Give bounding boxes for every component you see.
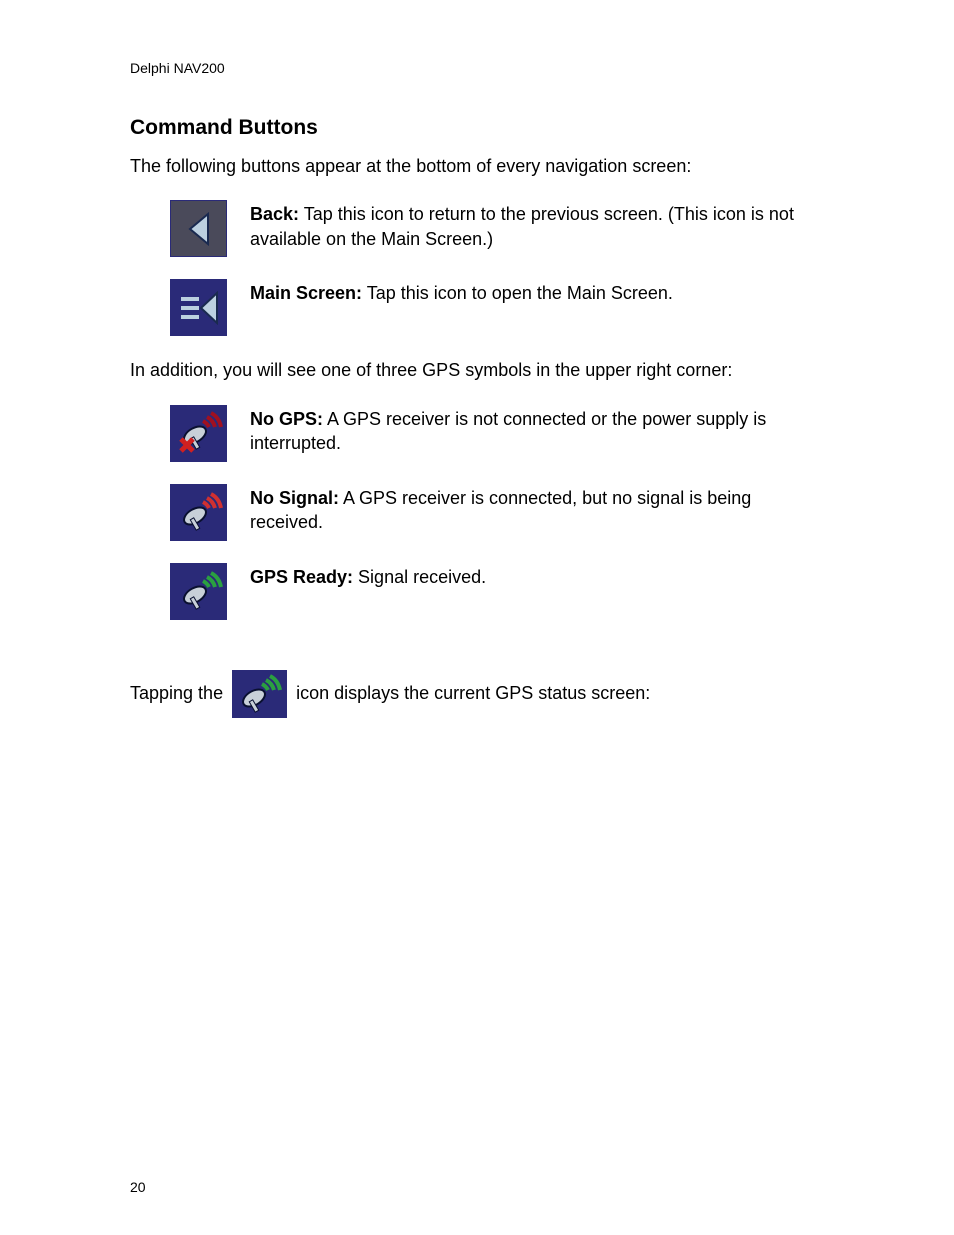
back-text: Tap this icon to return to the previous … xyxy=(250,204,794,248)
main-label: Main Screen: xyxy=(250,283,362,303)
gps-ready-desc: GPS Ready: Signal received. xyxy=(250,563,824,589)
main-screen-icon xyxy=(170,279,227,336)
no-gps-icon xyxy=(170,405,227,462)
gps-ready-inline-icon xyxy=(232,670,287,718)
back-icon xyxy=(170,200,227,257)
row-no-gps: No GPS: A GPS receiver is not connected … xyxy=(130,405,824,462)
row-gps-ready: GPS Ready: Signal received. xyxy=(130,563,824,620)
main-desc: Main Screen: Tap this icon to open the M… xyxy=(250,279,824,305)
row-main: Main Screen: Tap this icon to open the M… xyxy=(130,279,824,336)
no-signal-icon xyxy=(170,484,227,541)
main-text: Tap this icon to open the Main Screen. xyxy=(362,283,673,303)
row-back: Back: Tap this icon to return to the pre… xyxy=(130,200,824,257)
back-label: Back: xyxy=(250,204,299,224)
section-intro: The following buttons appear at the bott… xyxy=(130,154,824,178)
tapping-paragraph: Tapping the icon displays the current GP… xyxy=(130,670,824,718)
gps-ready-text: Signal received. xyxy=(353,567,486,587)
section-title: Command Buttons xyxy=(130,116,824,140)
back-desc: Back: Tap this icon to return to the pre… xyxy=(250,200,824,251)
page-number: 20 xyxy=(130,1179,146,1195)
no-gps-desc: No GPS: A GPS receiver is not connected … xyxy=(250,405,824,456)
no-signal-label: No Signal: xyxy=(250,488,339,508)
gps-intro: In addition, you will see one of three G… xyxy=(130,358,824,382)
page-header-product: Delphi NAV200 xyxy=(130,60,824,76)
row-no-signal: No Signal: A GPS receiver is connected, … xyxy=(130,484,824,541)
tapping-before: Tapping the xyxy=(130,682,228,702)
tapping-after: icon displays the current GPS status scr… xyxy=(296,682,650,702)
gps-ready-icon xyxy=(170,563,227,620)
no-gps-label: No GPS: xyxy=(250,409,323,429)
no-signal-desc: No Signal: A GPS receiver is connected, … xyxy=(250,484,824,535)
no-gps-text: A GPS receiver is not connected or the p… xyxy=(250,409,766,453)
gps-ready-label: GPS Ready: xyxy=(250,567,353,587)
